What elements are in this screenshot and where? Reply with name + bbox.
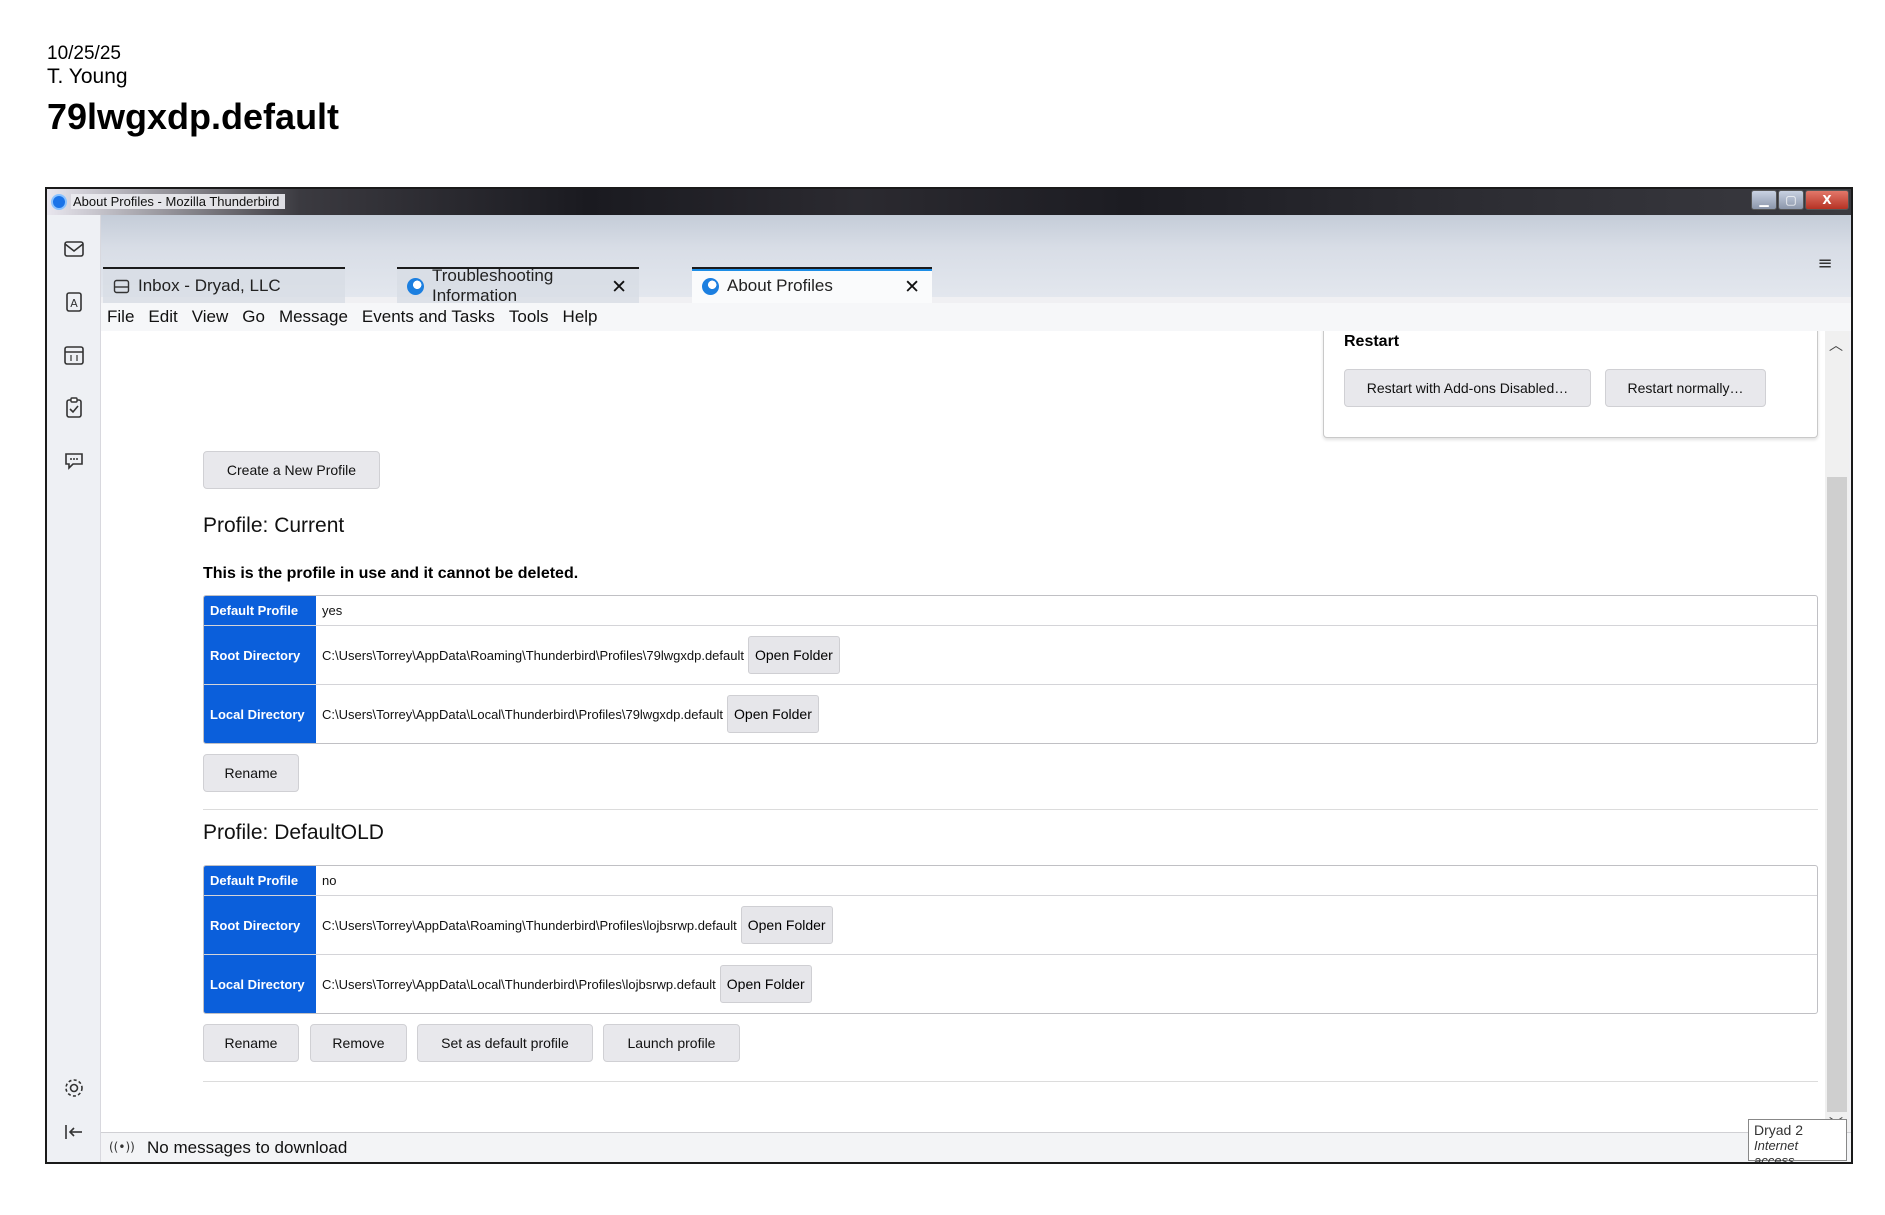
window-controls: ▁ ▢ X [1751,190,1849,210]
table-row: Local Directory C:\Users\Torrey\AppData\… [204,955,1817,1013]
divider [203,809,1818,810]
menu-message[interactable]: Message [279,307,348,327]
table-row: Default Profile yes [204,596,1817,626]
menu-help[interactable]: Help [563,307,598,327]
open-folder-button[interactable]: Open Folder [719,965,812,1003]
table-row: Default Profile no [204,866,1817,896]
settings-icon[interactable] [62,1076,86,1100]
calendar-icon[interactable] [62,343,86,367]
row-value: C:\Users\Torrey\AppData\Roaming\Thunderb… [322,647,744,663]
row-label: Local Directory [204,685,316,743]
about-profiles-page: Restart Restart with Add-ons Disabled… R… [101,331,1825,1132]
table-row: Root Directory C:\Users\Torrey\AppData\R… [204,626,1817,685]
restart-addons-disabled-button[interactable]: Restart with Add-ons Disabled… [1344,369,1591,407]
tab-about-profiles[interactable]: About Profiles ✕ [692,267,932,303]
menu-view[interactable]: View [192,307,229,327]
inbox-icon [113,279,130,293]
app-menu-icon[interactable]: ≡ [1815,253,1835,274]
launch-profile-button[interactable]: Launch profile [603,1024,740,1062]
row-value: no [322,873,337,888]
menu-file[interactable]: File [107,307,134,327]
menu-bar: File Edit View Go Message Events and Tas… [101,303,1851,331]
title-bar: About Profiles - Mozilla Thunderbird ▁ ▢… [47,189,1851,215]
row-label: Root Directory [204,626,316,684]
tasks-icon[interactable] [62,396,86,420]
thunderbird-window: About Profiles - Mozilla Thunderbird ▁ ▢… [45,187,1853,1164]
tab-label: About Profiles [727,276,833,295]
set-default-profile-button[interactable]: Set as default profile [417,1024,593,1062]
minimize-button[interactable]: ▁ [1751,190,1777,210]
create-profile-button[interactable]: Create a New Profile [203,451,380,489]
address-book-icon[interactable]: A [62,290,86,314]
maximize-button[interactable]: ▢ [1778,190,1804,210]
profile-heading: Profile: Current [203,514,345,537]
restart-normally-button[interactable]: Restart normally… [1605,369,1766,407]
row-label: Default Profile [204,866,316,895]
close-icon[interactable]: ✕ [611,276,627,299]
thunderbird-icon [407,277,424,295]
profile-heading: Profile: DefaultOLD [203,821,384,844]
window-title: About Profiles - Mozilla Thunderbird [71,194,286,209]
row-label: Root Directory [204,896,316,954]
menu-edit[interactable]: Edit [148,307,177,327]
tooltip-line1: Dryad 2 [1754,1122,1804,1138]
profile-table: Default Profile yes Root Directory C:\Us… [203,595,1818,744]
svg-text:A: A [70,297,78,310]
online-status-icon[interactable]: ((•)) [109,1140,135,1154]
close-icon[interactable]: ✕ [904,276,920,299]
rename-button[interactable]: Rename [203,754,299,792]
status-bar: ((•)) No messages to download Dryad 2 In… [101,1119,1851,1162]
scrollbar-thumb[interactable] [1827,477,1847,1112]
row-value: yes [322,603,343,618]
restart-title: Restart [1344,333,1400,350]
annotation-date: 10/25/25 [47,43,121,64]
tab-label: Troubleshooting Information [432,266,554,305]
row-label: Default Profile [204,596,316,625]
open-folder-button[interactable]: Open Folder [727,695,819,733]
row-value: C:\Users\Torrey\AppData\Local\Thunderbir… [322,706,724,722]
tab-bar: ≡ [101,215,1851,297]
row-value: C:\Users\Torrey\AppData\Local\Thunderbir… [322,976,716,992]
close-button[interactable]: X [1805,190,1849,210]
open-folder-button[interactable]: Open Folder [747,636,840,674]
annotation-title: 79lwgxdp.default [47,96,340,137]
table-row: Local Directory C:\Users\Torrey\AppData\… [204,685,1817,743]
row-label: Local Directory [204,955,316,1013]
tab-troubleshooting[interactable]: Troubleshooting Information ✕ [397,266,639,305]
menu-go[interactable]: Go [242,307,265,327]
remove-button[interactable]: Remove [310,1024,407,1062]
mail-icon[interactable] [62,237,86,261]
spaces-toolbar: A [47,215,101,1162]
divider [203,1081,1818,1082]
menu-tools[interactable]: Tools [509,307,549,327]
tooltip-line2: Internet access [1754,1138,1799,1164]
status-text: No messages to download [147,1138,348,1157]
thunderbird-icon [702,277,719,295]
annotation-author: T. Young [47,65,128,88]
profile-note: This is the profile in use and it cannot… [203,565,579,582]
chat-icon[interactable] [62,449,86,473]
tab-label: Inbox - Dryad, LLC [138,276,281,295]
table-row: Root Directory C:\Users\Torrey\AppData\R… [204,896,1817,955]
thunderbird-icon [51,194,67,210]
tab-inbox[interactable]: Inbox - Dryad, LLC [103,267,345,303]
menu-events-and-tasks[interactable]: Events and Tasks [362,307,495,327]
vertical-scrollbar[interactable]: ︿ ﹀ [1825,331,1849,1133]
rename-button[interactable]: Rename [203,1024,299,1062]
open-folder-button[interactable]: Open Folder [740,906,833,944]
scroll-up-icon[interactable]: ︿ [1829,335,1843,355]
profile-table: Default Profile no Root Directory C:\Use… [203,865,1818,1014]
network-tooltip: Dryad 2 Internet access [1748,1119,1847,1164]
restart-panel: Restart Restart with Add-ons Disabled… R… [1323,331,1818,438]
row-value: C:\Users\Torrey\AppData\Roaming\Thunderb… [322,917,737,933]
collapse-icon[interactable] [62,1120,86,1144]
